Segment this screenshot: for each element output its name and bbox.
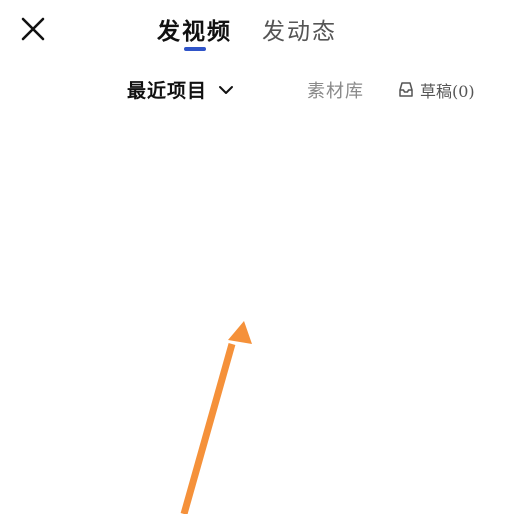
tab-post-update[interactable]: 发动态 [262,12,337,46]
chevron-down-icon [217,81,235,99]
material-library-button[interactable]: 素材库 [307,77,364,103]
top-tabs: 发视频 发动态 [0,10,511,54]
tab-post-video[interactable]: 发视频 [157,12,232,46]
recent-projects-label: 最近项目 [127,80,208,102]
drafts-button[interactable]: 草稿(0) [397,78,475,102]
annotation-arrow-head [228,321,252,344]
recent-projects-dropdown[interactable]: 最近项目 [127,76,235,103]
media-subbar: 最近项目 素材库 草稿(0) [0,76,511,106]
annotation-arrow-shaft [180,343,236,514]
drafts-box-icon [397,81,415,99]
active-tab-indicator [184,47,206,51]
drafts-label: 草稿(0) [420,82,475,101]
